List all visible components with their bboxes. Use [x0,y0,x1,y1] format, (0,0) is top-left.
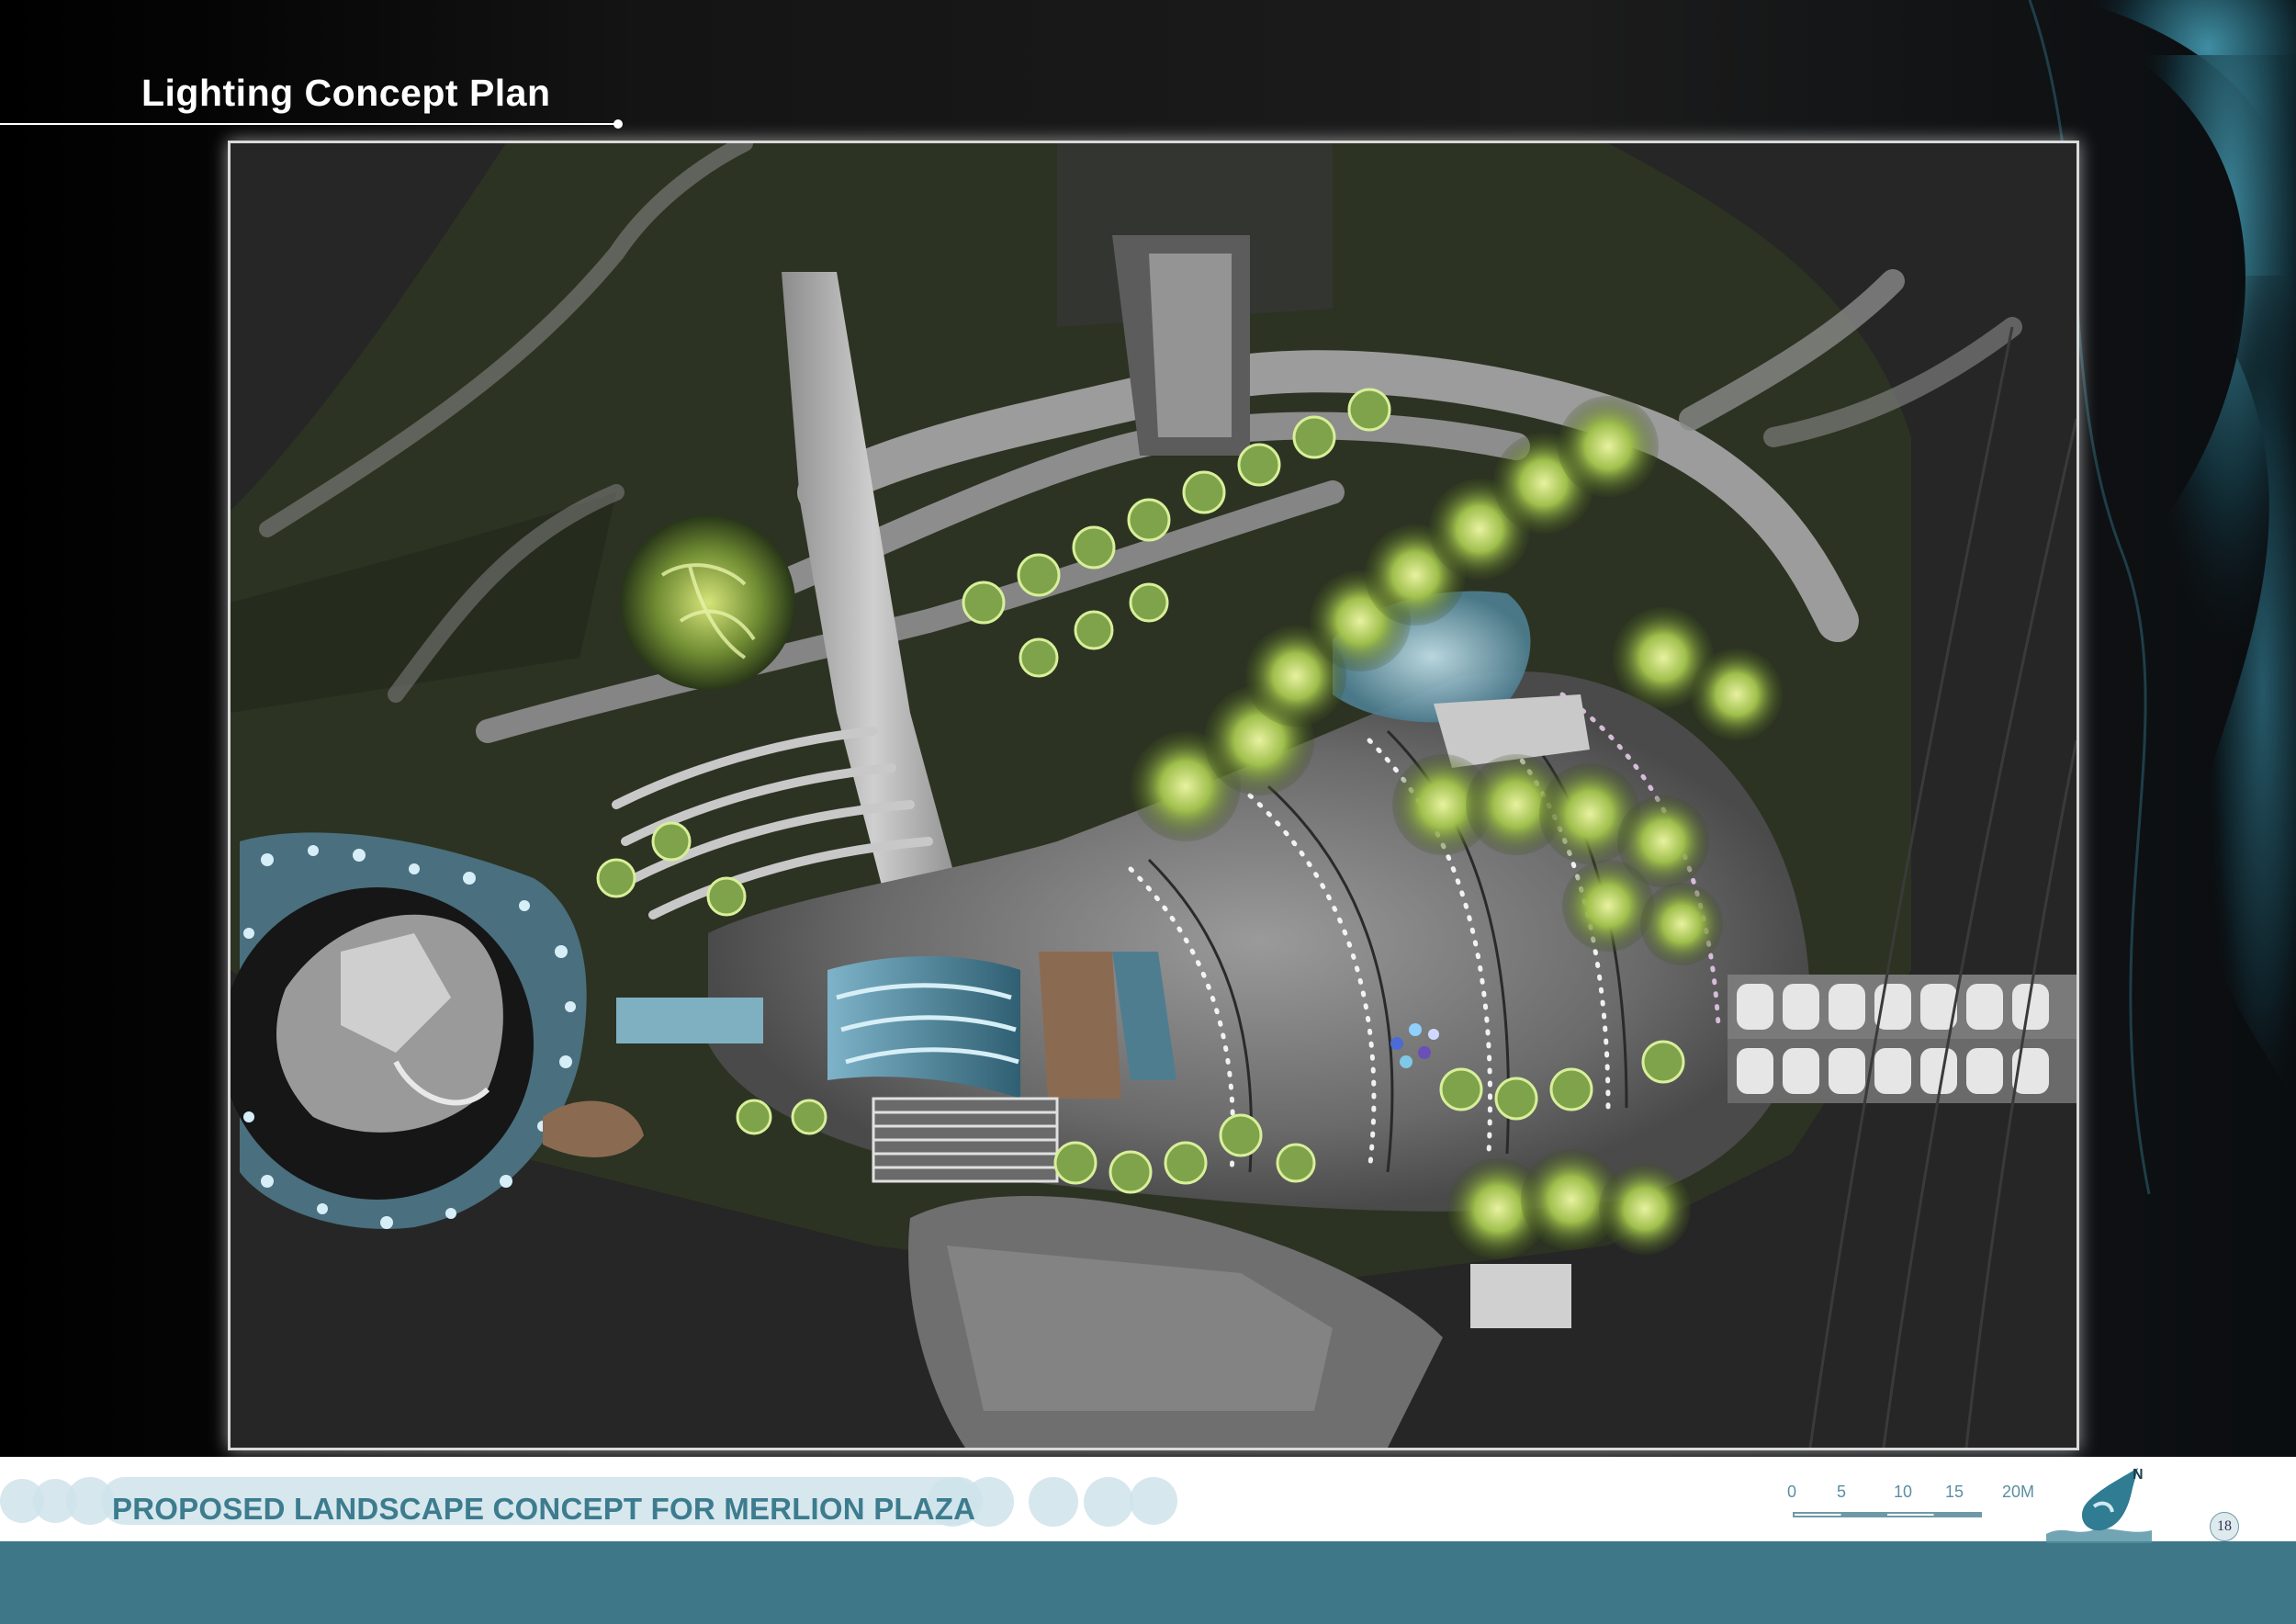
footer-band: PROPOSED LANDSCAPE CONCEPT FOR MERLION P… [0,1457,2296,1541]
kiosk-building [1470,1264,1571,1328]
scale-label: 5 [1837,1483,1847,1501]
title-underline-dot [613,119,623,129]
scale-label: 15 [1945,1483,1964,1501]
page-title: Lighting Concept Plan [141,72,551,114]
footer-color-band [0,1541,2296,1624]
north-label: N [2133,1467,2144,1483]
title-underline [0,123,617,125]
footer-bubble [1029,1477,1078,1527]
header: Lighting Concept Plan [0,0,2296,138]
scale-label: 20M [2002,1483,2035,1501]
page-number-badge: 18 [2210,1512,2239,1541]
project-title: PROPOSED LANDSCAPE CONCEPT FOR MERLION P… [112,1492,976,1526]
scale-bar: 0 5 10 15 20M [1782,1483,2039,1519]
page: Lighting Concept Plan PROPOSED LANDSCAPE… [0,0,2296,1624]
scale-bar-graphic [1793,1512,1982,1517]
feature-tree [621,515,795,690]
lighting-plan-frame [228,141,2079,1450]
footer-bubble [1084,1477,1133,1527]
scale-label: 10 [1894,1483,1913,1501]
water-drop-north-arrow-icon: N [2046,1467,2152,1543]
footer: PROPOSED LANDSCAPE CONCEPT FOR MERLION P… [0,1457,2296,1624]
waterfront-bridge [616,998,763,1043]
footer-bubble [1130,1477,1177,1525]
merlion-island [231,832,587,1229]
lighting-plan-drawing [231,143,2077,1448]
scale-label: 0 [1787,1483,1797,1501]
grand-staircase [872,1097,1059,1183]
